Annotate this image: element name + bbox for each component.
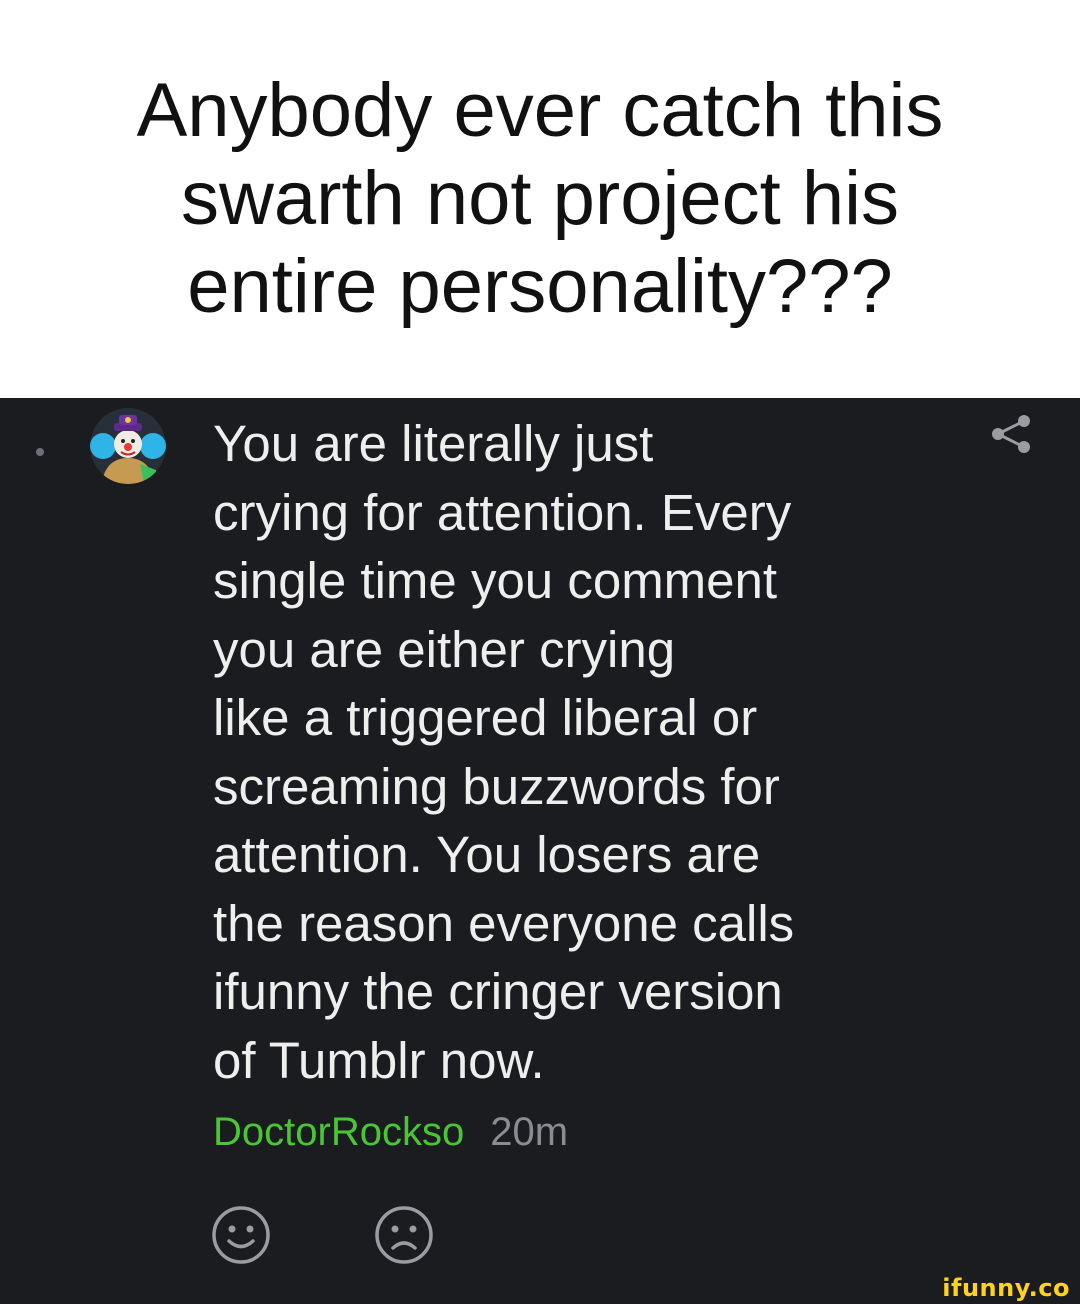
status-dot bbox=[36, 448, 44, 456]
username-link[interactable]: DoctorRockso bbox=[213, 1110, 464, 1155]
comment-timestamp: 20m bbox=[490, 1109, 569, 1154]
comment-text: You are literally just crying for attent… bbox=[213, 415, 795, 1089]
comment-meta: DoctorRockso 20m bbox=[213, 1102, 568, 1162]
caption-text: Anybody ever catch this swarth not proje… bbox=[136, 68, 944, 329]
ifunny-watermark: ifunny.co bbox=[942, 1274, 1070, 1302]
frown-icon[interactable] bbox=[373, 1204, 435, 1266]
clown-avatar-icon[interactable] bbox=[90, 408, 166, 484]
comment-panel: You are literally just crying for attent… bbox=[0, 398, 1080, 1304]
share-icon[interactable] bbox=[988, 414, 1034, 454]
smile-icon[interactable] bbox=[210, 1204, 272, 1266]
meme-caption: Anybody ever catch this swarth not proje… bbox=[0, 0, 1080, 398]
